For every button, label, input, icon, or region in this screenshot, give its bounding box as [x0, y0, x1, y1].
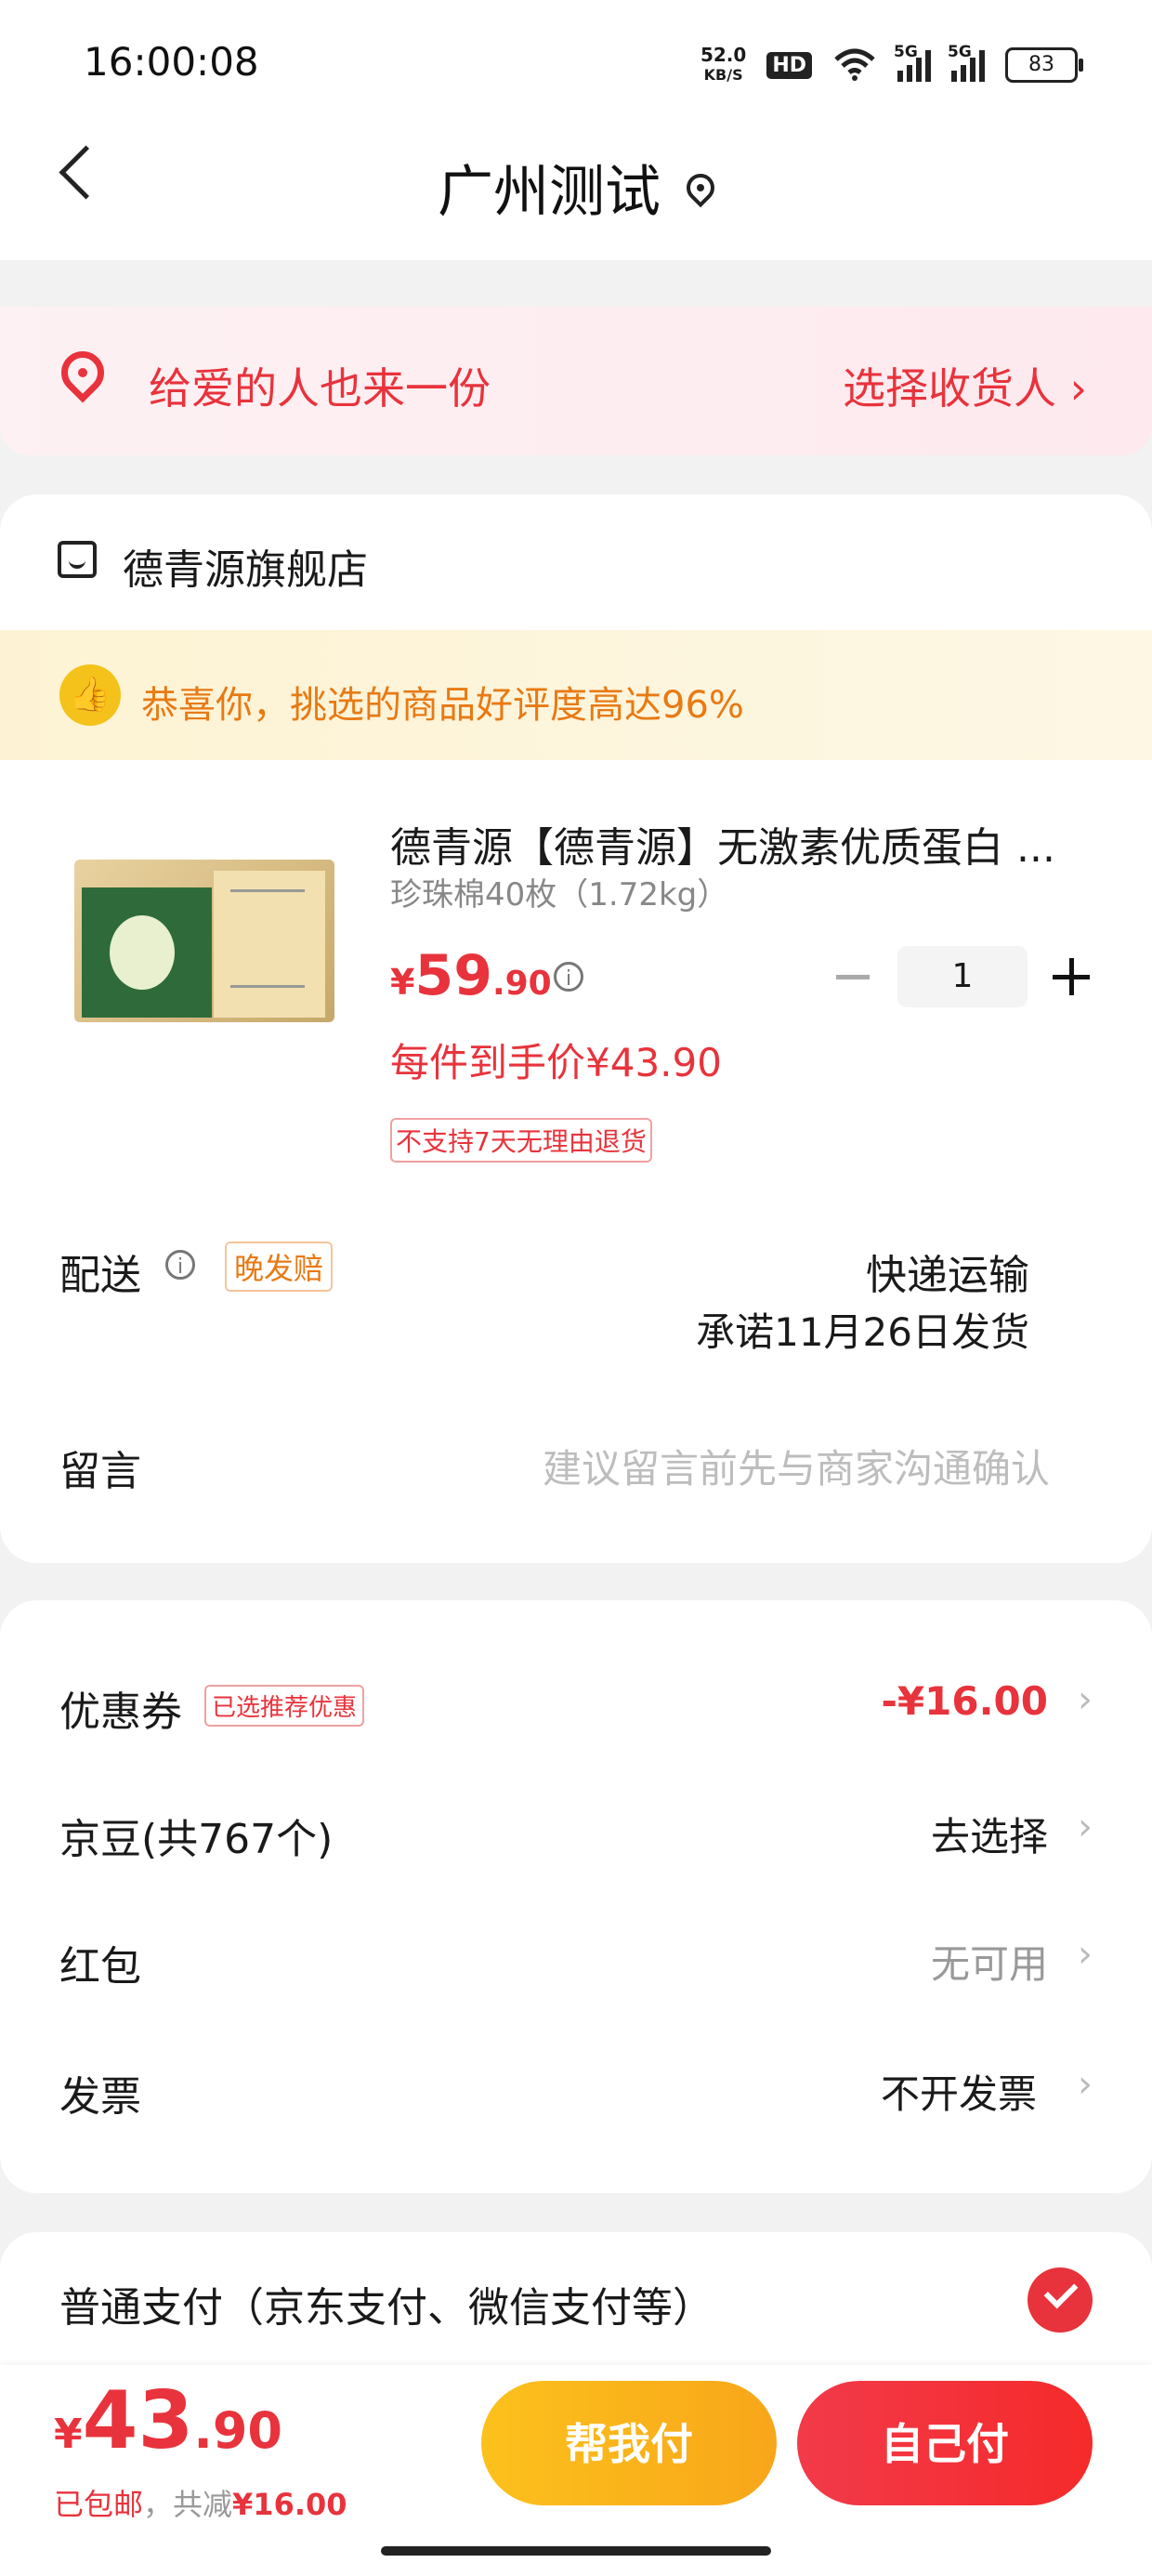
choose-recipient-button[interactable]: 选择收货人 › [843, 355, 1087, 416]
battery-icon: 83 [1005, 47, 1083, 83]
status-icons: 52.0 KB/S HD 5G 5G 83 [700, 43, 1083, 85]
page-title-wrap: 广州测试 [0, 147, 1152, 228]
chevron-right-icon[interactable]: › [1078, 1678, 1093, 1721]
signal-icon-1: 5G [894, 43, 931, 82]
chevron-right-icon[interactable]: › [1078, 1933, 1093, 1976]
delivery-promise: 承诺11月26日发货 [696, 1309, 1029, 1355]
chevron-right-icon[interactable]: › [1078, 1806, 1093, 1848]
jd-beans-value[interactable]: 去选择 [931, 1806, 1048, 1862]
home-indicator[interactable] [381, 2546, 771, 2556]
red-packet-label: 红包 [59, 1943, 141, 1991]
invoice-label: 发票 [59, 2073, 141, 2121]
product-title[interactable]: 德青源【德青源】无激素优质蛋白 ... [390, 814, 1096, 874]
delivery-info-icon[interactable]: i [165, 1250, 195, 1280]
wifi-icon [834, 48, 875, 81]
coupon-badge: 已选推荐优惠 [204, 1685, 365, 1727]
store-name[interactable]: 德青源旗舰店 [123, 536, 368, 596]
signal-icon-2: 5G [948, 43, 985, 82]
chevron-right-icon[interactable]: › [1078, 2063, 1093, 2106]
order-summary: 已包邮，共减¥16.00 [54, 2487, 347, 2522]
gift-text: 给爱的人也来一份 [149, 363, 491, 414]
payment-method-label[interactable]: 普通支付（京东支付、微信支付等） [59, 2274, 713, 2333]
help-pay-button[interactable]: 帮我付 [481, 2381, 777, 2505]
hd-icon: HD [766, 51, 812, 79]
product-image[interactable] [74, 860, 334, 1022]
coupon-label: 优惠券 [59, 1689, 182, 1736]
product-price: ¥ 59 .90 [390, 943, 552, 1008]
quantity-increase-button[interactable] [1053, 958, 1090, 995]
delivery-method[interactable]: 快递运输 [866, 1242, 1029, 1301]
quantity-decrease-button[interactable] [836, 975, 870, 979]
invoice-value[interactable]: 不开发票 [881, 2063, 1037, 2120]
thumbs-up-icon: 👍 [59, 664, 121, 726]
self-pay-button[interactable]: 自己付 [797, 2381, 1093, 2505]
price-info-icon[interactable]: i [554, 962, 583, 992]
late-compensation-badge: 晚发赔 [225, 1242, 334, 1292]
store-icon [58, 541, 97, 578]
delivery-label: 配送 [59, 1252, 141, 1299]
status-time: 16:00:08 [84, 39, 259, 85]
location-pin-icon[interactable] [680, 167, 721, 207]
page-title: 广州测试 [438, 160, 661, 225]
rating-text: 恭喜你，挑选的商品好评度高达96% [141, 684, 744, 727]
message-input[interactable]: 建议留言前先与商家沟通确认 [543, 1438, 1050, 1494]
coupon-value[interactable]: -¥16.00 [881, 1678, 1048, 1724]
quantity-input[interactable]: 1 [897, 946, 1028, 1007]
product-spec: 珍珠棉40枚（1.72kg） [390, 876, 729, 913]
message-label: 留言 [59, 1448, 141, 1495]
return-policy-badge: 不支持7天无理由退货 [390, 1118, 652, 1163]
red-packet-value[interactable]: 无可用 [931, 1933, 1048, 1990]
net-speed: 52.0 KB/S [700, 44, 747, 84]
per-item-price: 每件到手价¥43.90 [390, 1040, 722, 1085]
check-circle-icon[interactable] [1028, 2267, 1093, 2333]
jd-beans-label: 京豆(共767个) [59, 1816, 334, 1863]
total-price: ¥ 43 .90 [54, 2374, 282, 2467]
